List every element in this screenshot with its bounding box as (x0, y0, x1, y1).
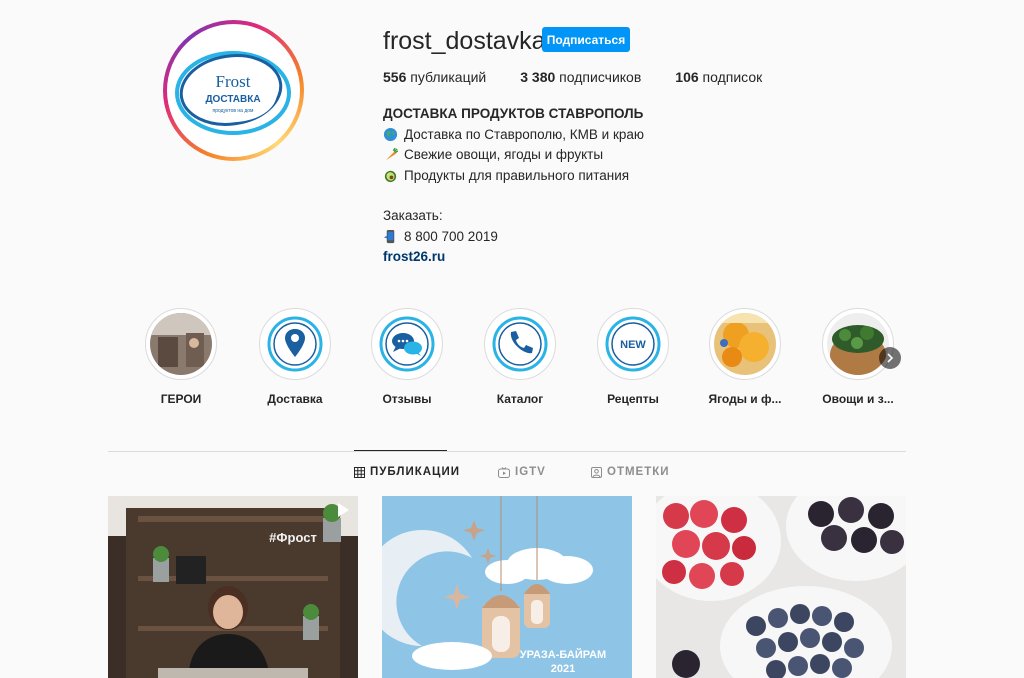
chat-bubbles-icon (377, 314, 437, 374)
highlight-recipes[interactable]: NEW Рецепты (593, 308, 673, 406)
svg-text:УРАЗА-БАЙРАМ: УРАЗА-БАЙРАМ (520, 648, 606, 661)
video-play-icon (338, 503, 349, 517)
bio-title: ДОСТАВКА ПРОДУКТОВ СТАВРОПОЛЬ (383, 106, 644, 121)
following-link[interactable]: 106 подписок (675, 69, 762, 85)
highlight-reviews[interactable]: Отзывы (367, 308, 447, 406)
bio-order-label: Заказать: (383, 208, 443, 223)
fruit-thumbnail (714, 313, 776, 375)
bio-website-link[interactable]: frost26.ru (383, 247, 644, 268)
post-berries-image (656, 496, 906, 678)
post-holiday-image: УРАЗА-БАЙРАМ 2021 (382, 496, 632, 678)
highlight-heroes[interactable]: ГЕРОИ (141, 308, 221, 406)
igtv-icon (498, 466, 510, 478)
bio-line: Доставка по Ставрополю, КМВ и краю (383, 125, 644, 146)
photo-thumbnail (150, 313, 212, 375)
profile-avatar[interactable]: Frost ДОСТАВКА продуктов на дом (163, 20, 304, 161)
highlight-berries[interactable]: Ягоды и ф... (705, 308, 785, 406)
svg-text:#Фрост: #Фрост (269, 530, 317, 545)
tab-tagged[interactable]: ОТМЕТКИ (591, 466, 670, 478)
svg-text:продуктов на дом: продуктов на дом (213, 108, 255, 114)
svg-text:Frost: Frost (216, 72, 251, 91)
tabs-divider (108, 451, 906, 452)
highlight-delivery[interactable]: Доставка (255, 308, 335, 406)
location-pin-icon (265, 314, 325, 374)
svg-text:NEW: NEW (620, 339, 646, 351)
globe-emoji (383, 128, 398, 142)
svg-text:2021: 2021 (551, 663, 575, 675)
bio-line: Свежие овощи, ягоды и фрукты (383, 145, 644, 166)
tab-igtv[interactable]: IGTV (498, 466, 546, 478)
frost-logo: Frost ДОСТАВКА продуктов на дом (175, 51, 291, 135)
new-badge-icon: NEW (603, 314, 663, 374)
tab-posts[interactable]: ПУБЛИКАЦИИ (354, 466, 460, 478)
highlights-next-button[interactable] (879, 347, 901, 369)
post-thumbnail[interactable]: #Фрост (108, 496, 358, 678)
profile-bio: ДОСТАВКА ПРОДУКТОВ СТАВРОПОЛЬ Доставка п… (383, 104, 644, 268)
carrot-emoji (385, 147, 398, 160)
active-tab-indicator (354, 450, 447, 451)
post-thumbnail[interactable]: УРАЗА-БАЙРАМ 2021 (382, 496, 632, 678)
profile-stats: 556 публикаций 3 380 подписчиков 106 под… (383, 69, 796, 85)
post-video-image: #Фрост (108, 496, 358, 678)
profile-username: frost_dostavka (383, 27, 546, 55)
phone-icon (490, 314, 550, 374)
grid-icon (354, 466, 365, 478)
svg-text:ДОСТАВКА: ДОСТАВКА (205, 94, 260, 105)
follow-button[interactable]: Подписаться (542, 27, 630, 52)
chevron-right-icon (887, 353, 894, 363)
post-thumbnail[interactable] (656, 496, 906, 678)
highlight-catalog[interactable]: Каталог (480, 308, 560, 406)
tagged-icon (591, 466, 602, 478)
greens-thumbnail (827, 313, 889, 375)
bio-line: Продукты для правильного питания (383, 166, 644, 187)
avocado-emoji (384, 171, 397, 183)
followers-link[interactable]: 3 380 подписчиков (520, 69, 641, 85)
bio-phone: 8 800 700 2019 (383, 227, 644, 248)
posts-count: 556 публикаций (383, 69, 487, 85)
mobile-phone-emoji (383, 230, 395, 244)
